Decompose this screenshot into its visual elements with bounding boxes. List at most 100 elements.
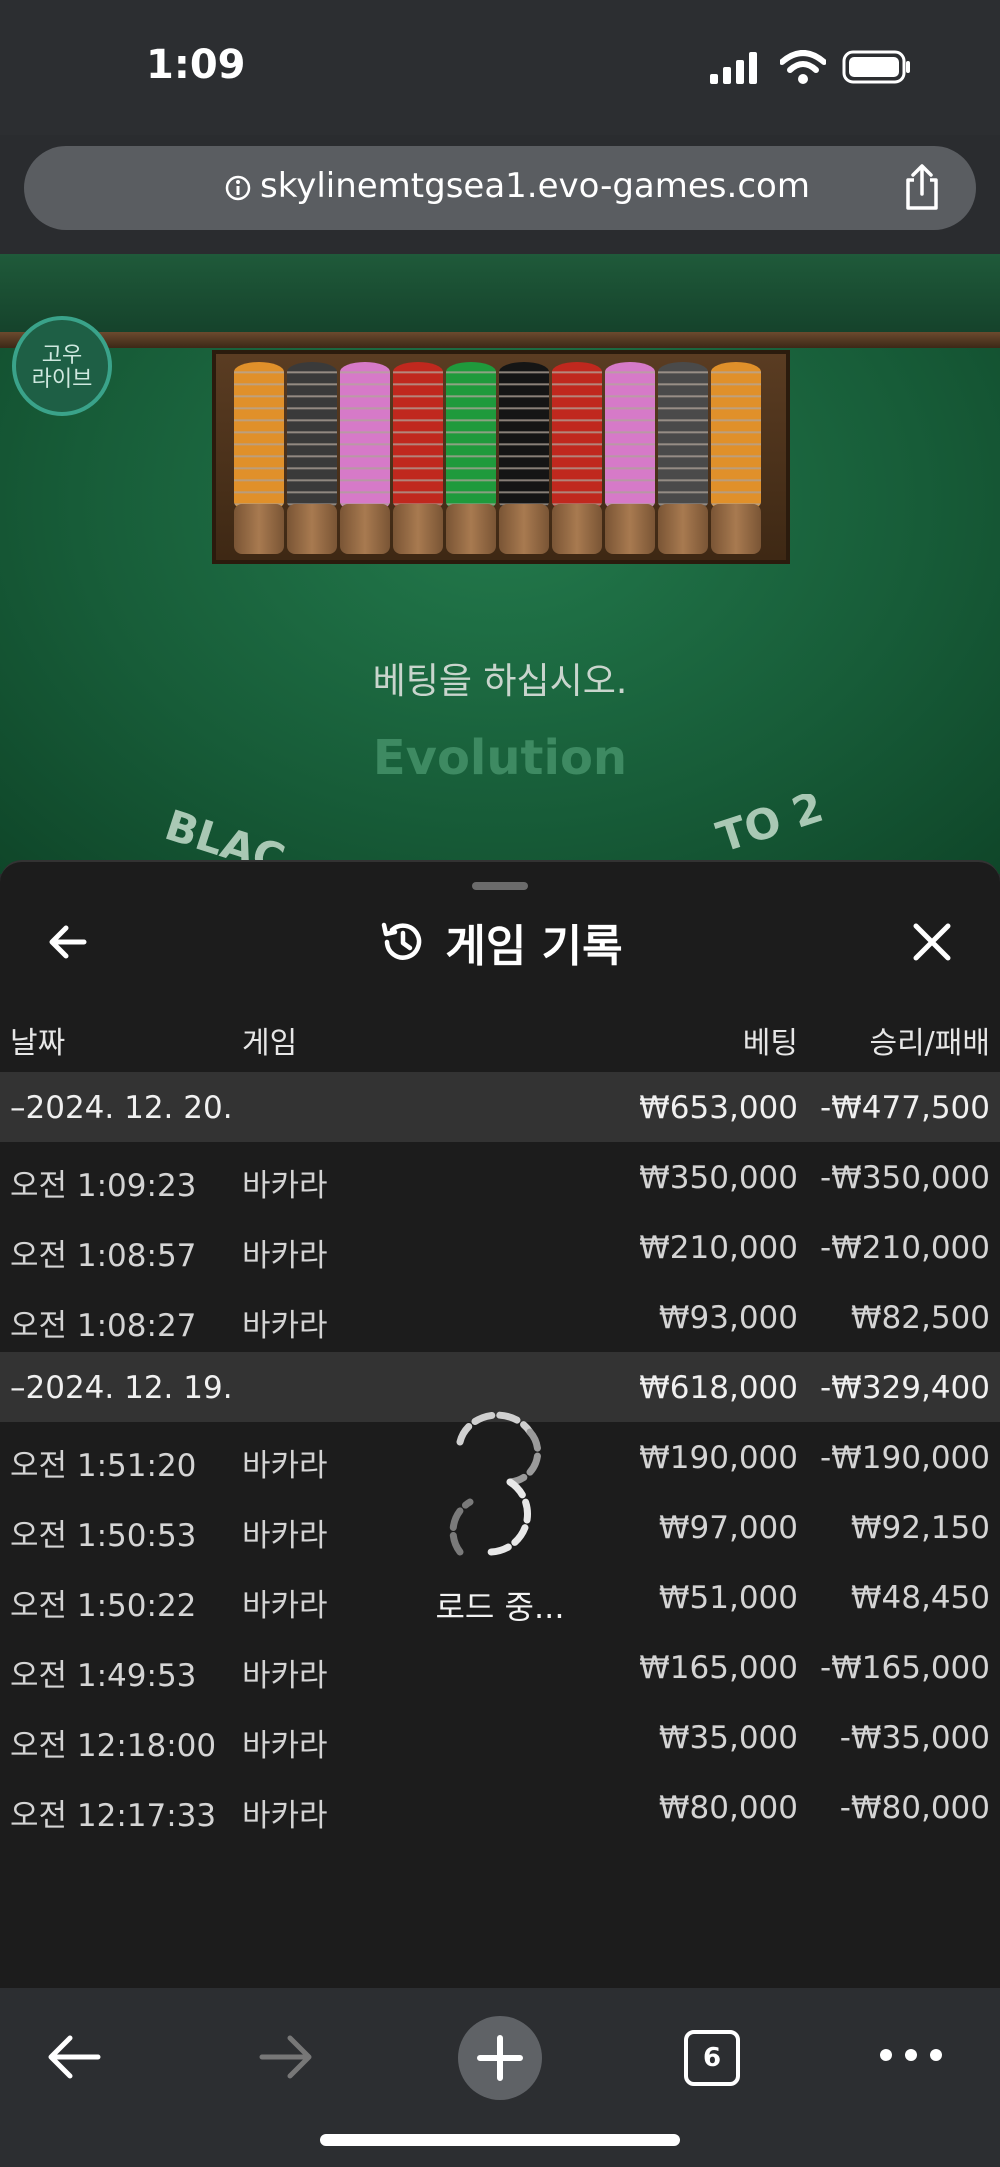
loading-text: 로드 중... (435, 1588, 565, 1626)
row-win-loss: ₩92,150 (850, 1510, 990, 1546)
close-icon[interactable] (904, 914, 960, 970)
chip-stack (234, 362, 284, 512)
chip-slot (393, 504, 443, 554)
new-tab-button[interactable] (458, 2016, 542, 2100)
row-game: 바카라 (242, 1518, 328, 1554)
row-bet: ₩35,000 (658, 1720, 798, 1756)
row-win-loss: -₩165,000 (819, 1650, 990, 1686)
chip-stack (605, 362, 655, 512)
row-game: 바카라 (242, 1728, 328, 1764)
row-time: 오전 1:49:53 (10, 1658, 197, 1694)
table-arc-right: TO 2 (711, 794, 829, 862)
row-game: 바카라 (242, 1798, 328, 1834)
chip-stack (393, 362, 443, 512)
share-icon[interactable] (900, 164, 944, 212)
chip-slot (446, 504, 496, 554)
row-time: 오전 1:50:22 (10, 1588, 197, 1624)
row-date: –2024. 12. 19. (10, 1370, 233, 1406)
provider-logo: Evolution (372, 730, 628, 786)
chip-slot (605, 504, 655, 554)
row-win-loss: -₩210,000 (819, 1230, 990, 1266)
row-win-loss: ₩48,450 (850, 1580, 990, 1616)
chip-slot (340, 504, 390, 554)
chip-slot (711, 504, 761, 554)
brand-badge-line2: 라이브 (31, 367, 93, 392)
chip-tray (212, 350, 790, 564)
chip-slot (234, 504, 284, 554)
chip-stack (711, 362, 761, 512)
history-row[interactable]: 오전 12:17:33 바카라 ₩80,000 -₩80,000 (0, 1772, 1000, 1842)
row-time: 오전 1:08:57 (10, 1238, 197, 1274)
status-bar: 1:09 (0, 0, 1000, 135)
chip-stack (658, 362, 708, 512)
table-rail (0, 254, 1000, 334)
row-bet: ₩653,000 (639, 1090, 798, 1126)
wifi-icon (780, 50, 826, 84)
browser-forward-icon[interactable] (256, 2032, 316, 2082)
url-text[interactable]: skylinemtgsea1.evo-games.com (260, 166, 810, 206)
history-row[interactable]: 오전 1:49:53 바카라 ₩165,000 -₩165,000 (0, 1632, 1000, 1702)
brand-badge[interactable]: 고우 라이브 (12, 316, 112, 416)
browser-back-icon[interactable] (44, 2032, 104, 2082)
cellular-signal-icon (710, 52, 757, 84)
chip-slot (499, 504, 549, 554)
row-bet: ₩51,000 (658, 1580, 798, 1616)
table-rail-wood (0, 332, 1000, 348)
row-game: 바카라 (242, 1448, 328, 1484)
column-header-win-loss: 승리/패배 (869, 1026, 990, 1061)
info-icon[interactable] (224, 174, 252, 202)
row-bet: ₩210,000 (639, 1230, 798, 1266)
row-time: 오전 1:08:27 (10, 1308, 197, 1344)
battery-icon (842, 50, 910, 84)
drag-handle[interactable] (472, 882, 528, 890)
row-game: 바카라 (242, 1588, 328, 1624)
row-win-loss: -₩35,000 (839, 1720, 990, 1756)
row-win-loss: ₩82,500 (850, 1300, 990, 1336)
tabs-button[interactable]: 6 (684, 2030, 740, 2086)
row-win-loss: -₩329,400 (819, 1370, 990, 1406)
row-time: 오전 1:09:23 (10, 1168, 197, 1204)
row-game: 바카라 (242, 1308, 328, 1344)
row-bet: ₩190,000 (639, 1440, 798, 1476)
date-group-row[interactable]: –2024. 12. 20. ₩653,000 -₩477,500 (0, 1072, 1000, 1142)
bet-prompt: 베팅을 하십시오. (372, 661, 628, 702)
history-row[interactable]: 오전 1:09:23 바카라 ₩350,000 -₩350,000 (0, 1142, 1000, 1212)
row-bet: ₩80,000 (658, 1790, 798, 1826)
loading-spinner-icon (449, 1411, 542, 1556)
panel-title: 게임 기록 (445, 921, 623, 972)
row-win-loss: -₩350,000 (819, 1160, 990, 1196)
row-bet: ₩93,000 (658, 1300, 798, 1336)
history-row[interactable]: 오전 12:18:00 바카라 ₩35,000 -₩35,000 (0, 1702, 1000, 1772)
more-options-icon[interactable] (876, 2040, 946, 2070)
row-bet: ₩618,000 (639, 1370, 798, 1406)
row-bet: ₩97,000 (658, 1510, 798, 1546)
chip-slot (552, 504, 602, 554)
chip-stack (499, 362, 549, 512)
chip-stack (446, 362, 496, 512)
address-bar[interactable]: skylinemtgsea1.evo-games.com (24, 146, 976, 230)
row-win-loss: -₩190,000 (819, 1440, 990, 1476)
column-header-bet: 베팅 (742, 1026, 798, 1061)
history-row[interactable]: 오전 1:08:57 바카라 ₩210,000 -₩210,000 (0, 1212, 1000, 1282)
row-game: 바카라 (242, 1238, 328, 1274)
row-time: 오전 12:17:33 (10, 1798, 217, 1834)
column-header-game: 게임 (242, 1026, 298, 1061)
row-time: 오전 12:18:00 (10, 1728, 217, 1764)
panel-header: 게임 기록 (0, 912, 1000, 972)
chip-slot (658, 504, 708, 554)
history-row[interactable]: 오전 1:08:27 바카라 ₩93,000 ₩82,500 (0, 1282, 1000, 1352)
row-time: 오전 1:51:20 (10, 1448, 197, 1484)
brand-badge-line1: 고우 (41, 343, 83, 368)
row-bet: ₩350,000 (639, 1160, 798, 1196)
live-game-video[interactable]: 고우 라이브 베팅을 하십시오. Evolution BLAC TO 2 (0, 254, 1000, 874)
chip-slot (287, 504, 337, 554)
column-header-date: 날짜 (10, 1026, 66, 1061)
chip-stack (552, 362, 602, 512)
row-win-loss: -₩80,000 (839, 1790, 990, 1826)
row-date: –2024. 12. 20. (10, 1090, 233, 1126)
chip-stack (340, 362, 390, 512)
game-history-panel: 게임 기록 날짜 게임 베팅 승리/패배 –2024. 12. 20. ₩653… (0, 860, 1000, 1988)
home-indicator (320, 2134, 680, 2146)
plus-icon (477, 2035, 523, 2081)
chip-stack (287, 362, 337, 512)
